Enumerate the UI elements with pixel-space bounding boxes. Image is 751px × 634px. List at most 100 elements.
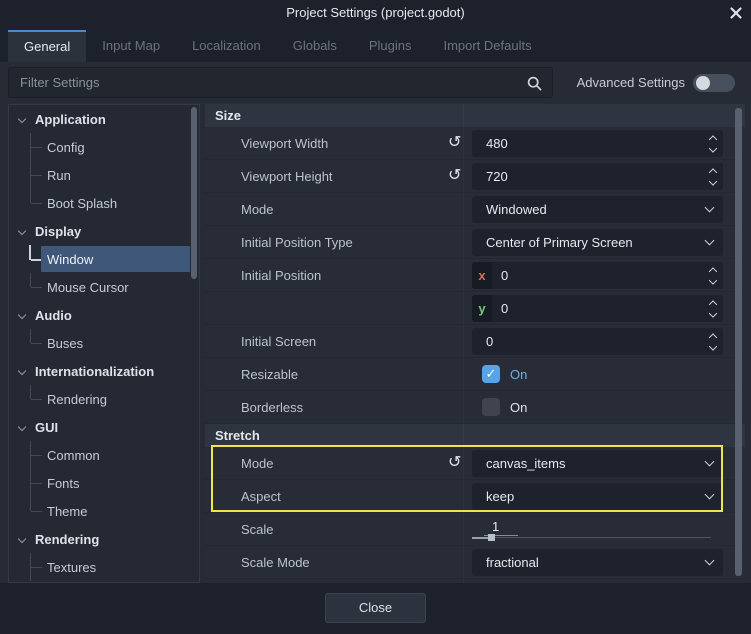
row-borderless: Borderless On bbox=[205, 391, 745, 424]
sidebar-item-intl-rendering[interactable]: Rendering bbox=[9, 385, 199, 413]
row-initial-screen: Initial Screen 0 bbox=[205, 325, 745, 358]
row-stretch-scale: Scale 1 bbox=[205, 513, 745, 546]
tree-line bbox=[30, 497, 43, 525]
checkbox-state-label: On bbox=[510, 394, 527, 421]
filter-settings-input[interactable] bbox=[9, 68, 552, 97]
chevron-down-icon bbox=[705, 236, 715, 246]
row-initial-position-type: Initial Position Type Center of Primary … bbox=[205, 226, 745, 259]
chevron-down-icon bbox=[18, 227, 26, 235]
sidebar-item-application[interactable]: Application bbox=[9, 105, 199, 133]
advanced-settings-label: Advanced Settings bbox=[577, 62, 685, 104]
checkbox-state-label: On bbox=[510, 361, 527, 388]
toggle-knob-icon bbox=[696, 76, 710, 90]
settings-panel: Size Viewport Width ↺ 480 Viewport Heigh… bbox=[205, 104, 745, 583]
spinner-icon[interactable] bbox=[710, 301, 716, 316]
tree-line bbox=[30, 273, 43, 301]
project-settings-dialog: Project Settings (project.godot) General… bbox=[0, 0, 751, 634]
row-mode: Mode Windowed bbox=[205, 193, 745, 226]
sidebar-item-run[interactable]: Run bbox=[9, 161, 199, 189]
sidebar-item-audio[interactable]: Audio bbox=[9, 301, 199, 329]
tab-general[interactable]: General bbox=[8, 30, 86, 62]
sidebar-item-fonts[interactable]: Fonts bbox=[9, 469, 199, 497]
sidebar-item-window[interactable]: Window bbox=[9, 245, 199, 273]
slider-track bbox=[472, 537, 711, 538]
property-label: Initial Position bbox=[241, 259, 321, 292]
sidebar-item-display[interactable]: Display bbox=[9, 217, 199, 245]
stretch-aspect-dropdown[interactable]: keep bbox=[472, 483, 723, 510]
sidebar-item-boot-splash[interactable]: Boot Splash bbox=[9, 189, 199, 217]
chevron-down-icon bbox=[705, 556, 715, 566]
dialog-title: Project Settings (project.godot) bbox=[0, 0, 751, 26]
y-component-badge: y bbox=[472, 295, 492, 322]
revert-icon[interactable]: ↺ bbox=[448, 135, 461, 151]
property-label: Mode bbox=[241, 447, 274, 480]
row-resizable: Resizable ✓ On bbox=[205, 358, 745, 391]
revert-icon[interactable]: ↺ bbox=[448, 455, 461, 471]
chevron-down-icon bbox=[18, 423, 26, 431]
sidebar-item-textures[interactable]: Textures bbox=[9, 553, 199, 581]
tree-line bbox=[30, 329, 43, 357]
slider-fill bbox=[472, 537, 488, 539]
initial-position-y-field[interactable]: y 0 bbox=[472, 295, 723, 322]
advanced-settings-toggle[interactable] bbox=[693, 74, 735, 92]
initial-position-x-field[interactable]: x 0 bbox=[472, 262, 723, 289]
sidebar-scrollbar[interactable] bbox=[191, 107, 197, 279]
sidebar-item-mouse-cursor[interactable]: Mouse Cursor bbox=[9, 273, 199, 301]
row-viewport-height: Viewport Height ↺ 720 bbox=[205, 160, 745, 193]
viewport-height-field[interactable]: 720 bbox=[472, 163, 723, 190]
close-icon[interactable] bbox=[728, 5, 744, 21]
chevron-down-icon bbox=[18, 311, 26, 319]
property-label: Aspect bbox=[241, 480, 281, 513]
revert-icon[interactable]: ↺ bbox=[448, 168, 461, 184]
property-label: Borderless bbox=[241, 391, 303, 424]
chevron-down-icon bbox=[705, 203, 715, 213]
tab-globals[interactable]: Globals bbox=[277, 30, 353, 62]
scale-mode-dropdown[interactable]: fractional bbox=[472, 549, 723, 576]
tree-line bbox=[30, 553, 43, 581]
stretch-mode-dropdown[interactable]: canvas_items bbox=[472, 450, 723, 477]
tab-bar: General Input Map Localization Globals P… bbox=[0, 26, 751, 62]
sidebar-item-common[interactable]: Common bbox=[9, 441, 199, 469]
section-header-stretch: Stretch bbox=[205, 424, 745, 447]
property-label: Viewport Height bbox=[241, 160, 333, 193]
spinner-icon[interactable] bbox=[710, 169, 716, 184]
titlebar: Project Settings (project.godot) bbox=[0, 0, 751, 26]
borderless-checkbox[interactable] bbox=[482, 398, 500, 416]
search-icon bbox=[527, 76, 542, 94]
tab-plugins[interactable]: Plugins bbox=[353, 30, 428, 62]
tab-import-defaults[interactable]: Import Defaults bbox=[427, 30, 547, 62]
chevron-down-icon bbox=[18, 115, 26, 123]
row-stretch-scale-mode: Scale Mode fractional bbox=[205, 546, 745, 579]
property-label: Resizable bbox=[241, 358, 298, 391]
sidebar-item-rendering[interactable]: Rendering bbox=[9, 525, 199, 553]
panel-scrollbar[interactable] bbox=[735, 108, 742, 576]
chevron-down-icon bbox=[705, 490, 715, 500]
tab-localization[interactable]: Localization bbox=[176, 30, 277, 62]
close-button[interactable]: Close bbox=[325, 593, 426, 623]
check-icon: ✓ bbox=[486, 366, 497, 381]
row-stretch-mode: Mode ↺ canvas_items bbox=[205, 447, 745, 480]
initial-screen-field[interactable]: 0 bbox=[472, 328, 723, 355]
row-viewport-width: Viewport Width ↺ 480 bbox=[205, 127, 745, 160]
resizable-checkbox[interactable]: ✓ bbox=[482, 365, 500, 383]
x-component-badge: x bbox=[472, 262, 492, 289]
tree-line bbox=[30, 161, 43, 189]
filter-settings-field[interactable] bbox=[8, 67, 553, 98]
sidebar-item-gui[interactable]: GUI bbox=[9, 413, 199, 441]
initial-position-type-dropdown[interactable]: Center of Primary Screen bbox=[472, 229, 723, 256]
sidebar-item-config[interactable]: Config bbox=[9, 133, 199, 161]
tab-input-map[interactable]: Input Map bbox=[86, 30, 176, 62]
spinner-icon[interactable] bbox=[710, 268, 716, 283]
tree-line bbox=[30, 469, 43, 497]
mode-dropdown[interactable]: Windowed bbox=[472, 196, 723, 223]
sidebar-item-buses[interactable]: Buses bbox=[9, 329, 199, 357]
spinner-icon[interactable] bbox=[710, 136, 716, 151]
property-label: Viewport Width bbox=[241, 127, 328, 160]
viewport-width-field[interactable]: 480 bbox=[472, 130, 723, 157]
property-label: Mode bbox=[241, 193, 274, 226]
sidebar-item-internationalization[interactable]: Internationalization bbox=[9, 357, 199, 385]
spinner-icon[interactable] bbox=[710, 334, 716, 349]
sidebar-item-theme[interactable]: Theme bbox=[9, 497, 199, 525]
scale-slider[interactable] bbox=[472, 533, 711, 541]
slider-knob[interactable] bbox=[488, 534, 495, 541]
